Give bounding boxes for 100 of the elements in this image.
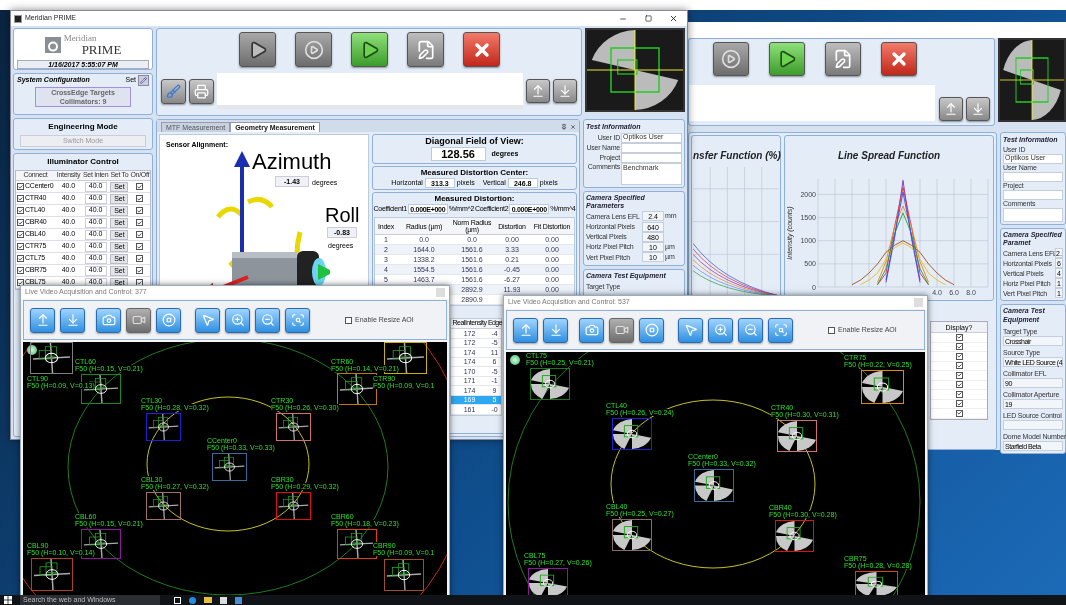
checkbox[interactable]	[136, 219, 144, 226]
checkbox[interactable]	[136, 255, 144, 262]
checkbox[interactable]	[345, 316, 352, 324]
checkbox[interactable]	[955, 409, 963, 417]
upload-button[interactable]	[526, 79, 550, 103]
upload-button[interactable]	[30, 307, 55, 333]
play-icon	[777, 49, 797, 69]
broom-icon	[166, 83, 181, 99]
download-button[interactable]	[553, 79, 577, 103]
download-icon	[971, 102, 985, 116]
checkbox[interactable]	[17, 255, 24, 262]
pointer-icon	[200, 313, 215, 327]
checkbox[interactable]	[955, 371, 963, 379]
checkbox[interactable]	[17, 207, 24, 214]
download-icon	[65, 313, 80, 327]
video-camera-icon	[131, 313, 146, 327]
checkbox[interactable]	[136, 183, 144, 190]
abort-button[interactable]	[881, 42, 917, 76]
zoom-out-icon	[743, 323, 758, 337]
stop-icon	[161, 313, 176, 327]
record-button[interactable]	[713, 42, 749, 76]
comments-field[interactable]	[1003, 207, 1063, 222]
section-title: Measured Distortion Center:	[420, 167, 529, 178]
upload-button[interactable]	[513, 317, 538, 343]
stop-icon	[644, 323, 659, 337]
zoom-in-icon	[713, 323, 728, 337]
input-field[interactable]	[1003, 189, 1063, 200]
abort-button[interactable]	[463, 32, 500, 67]
checkbox[interactable]	[136, 231, 144, 238]
select-button[interactable]	[678, 317, 703, 343]
edit-button[interactable]	[407, 32, 444, 67]
printer-icon	[194, 83, 209, 99]
stop-button[interactable]	[639, 317, 664, 343]
chart-title: Line Spread Function	[837, 149, 941, 163]
checkbox[interactable]	[17, 231, 24, 238]
checkbox[interactable]	[955, 343, 963, 351]
pencil-icon	[140, 77, 147, 84]
run-button[interactable]	[769, 42, 805, 76]
clear-button[interactable]	[161, 78, 186, 104]
zoom-out-button[interactable]	[738, 317, 763, 343]
checkbox[interactable]	[955, 333, 963, 341]
checkbox[interactable]	[136, 207, 144, 214]
download-button[interactable]	[543, 317, 568, 343]
upload-icon	[518, 323, 533, 337]
checkbox[interactable]	[828, 326, 835, 334]
select-button[interactable]	[195, 307, 220, 333]
checkbox[interactable]	[955, 362, 963, 370]
snapshot-button[interactable]	[96, 307, 121, 333]
zoom-in-button[interactable]	[225, 307, 250, 333]
run-button[interactable]	[351, 32, 388, 67]
close-icon	[889, 49, 909, 69]
maximize-icon	[644, 15, 652, 22]
play-button[interactable]	[239, 32, 276, 67]
value-field	[1003, 419, 1063, 430]
value-field: 128.56	[430, 147, 486, 161]
checkbox[interactable]	[17, 219, 24, 226]
panel-title: Engineering Mode	[48, 121, 118, 133]
input-field[interactable]	[1003, 171, 1063, 182]
upload-button[interactable]	[939, 97, 963, 121]
pin-icon	[561, 124, 567, 130]
zoom-fit-icon	[773, 323, 788, 337]
close-icon	[570, 124, 576, 130]
section-title: Measured Distortion:	[434, 194, 515, 204]
circle-play-icon	[721, 49, 741, 69]
checkbox[interactable]	[136, 195, 144, 202]
upload-icon	[35, 313, 50, 327]
circle-play-icon	[303, 39, 324, 60]
logo-icon	[44, 36, 61, 53]
zoom-in-button[interactable]	[708, 317, 733, 343]
print-button[interactable]	[189, 78, 214, 104]
checkbox[interactable]	[955, 400, 963, 408]
checkbox[interactable]	[17, 243, 24, 250]
checkbox[interactable]	[136, 267, 144, 274]
input-field[interactable]	[621, 142, 682, 153]
zoom-fit-button[interactable]	[768, 317, 793, 343]
checkbox[interactable]	[17, 183, 24, 190]
zoom-out-icon	[260, 313, 275, 327]
checkbox[interactable]	[955, 390, 963, 398]
snapshot-button[interactable]	[579, 317, 604, 343]
document-pencil-icon	[833, 49, 853, 69]
download-icon	[558, 84, 572, 98]
zoom-fit-button[interactable]	[285, 307, 310, 333]
windows-logo-icon	[4, 596, 12, 604]
chart-title: nsfer Function (%)	[693, 149, 779, 163]
panel-title: Illuminator Control	[46, 156, 120, 168]
download-button[interactable]	[60, 307, 85, 333]
record-button[interactable]	[295, 32, 332, 67]
checkbox[interactable]	[955, 352, 963, 360]
checkbox[interactable]	[17, 195, 24, 202]
edit-button[interactable]	[825, 42, 861, 76]
axis-label: Azimuth	[252, 151, 332, 173]
camera-icon	[584, 323, 599, 337]
download-button[interactable]	[966, 97, 990, 121]
zoom-fit-icon	[290, 313, 305, 327]
checkbox[interactable]	[136, 243, 144, 250]
stop-button[interactable]	[156, 307, 181, 333]
checkbox[interactable]	[955, 381, 963, 389]
checkbox[interactable]	[17, 267, 24, 274]
input-field[interactable]	[621, 152, 682, 163]
zoom-out-button[interactable]	[255, 307, 280, 333]
